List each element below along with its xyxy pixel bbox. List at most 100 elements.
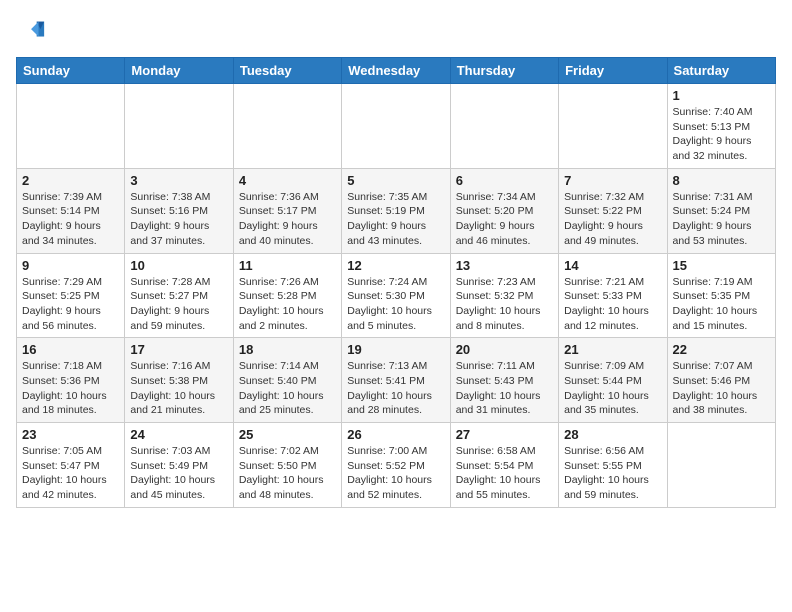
weekday-header: Sunday	[17, 58, 125, 84]
calendar-day-cell: 27 Sunrise: 6:58 AM Sunset: 5:54 PM Dayli…	[450, 423, 558, 508]
calendar-day-cell: 5 Sunrise: 7:35 AM Sunset: 5:19 PM Daylig…	[342, 168, 450, 253]
day-number: 2	[22, 173, 119, 188]
logo	[16, 16, 48, 49]
calendar-week-row: 2 Sunrise: 7:39 AM Sunset: 5:14 PM Daylig…	[17, 168, 776, 253]
calendar-day-cell	[342, 84, 450, 169]
page-header	[16, 16, 776, 49]
calendar-week-row: 1 Sunrise: 7:40 AM Sunset: 5:13 PM Daylig…	[17, 84, 776, 169]
calendar-day-cell: 17 Sunrise: 7:16 AM Sunset: 5:38 PM Dayli…	[125, 338, 233, 423]
day-info: Sunrise: 7:40 AM Sunset: 5:13 PM Dayligh…	[673, 105, 770, 164]
day-number: 14	[564, 258, 661, 273]
day-info: Sunrise: 7:24 AM Sunset: 5:30 PM Dayligh…	[347, 275, 444, 334]
day-info: Sunrise: 7:02 AM Sunset: 5:50 PM Dayligh…	[239, 444, 336, 503]
day-info: Sunrise: 7:38 AM Sunset: 5:16 PM Dayligh…	[130, 190, 227, 249]
day-number: 17	[130, 342, 227, 357]
day-number: 4	[239, 173, 336, 188]
weekday-header: Wednesday	[342, 58, 450, 84]
calendar-day-cell: 7 Sunrise: 7:32 AM Sunset: 5:22 PM Daylig…	[559, 168, 667, 253]
calendar-week-row: 9 Sunrise: 7:29 AM Sunset: 5:25 PM Daylig…	[17, 253, 776, 338]
calendar-day-cell: 16 Sunrise: 7:18 AM Sunset: 5:36 PM Dayli…	[17, 338, 125, 423]
day-number: 7	[564, 173, 661, 188]
calendar-day-cell: 24 Sunrise: 7:03 AM Sunset: 5:49 PM Dayli…	[125, 423, 233, 508]
calendar-day-cell: 13 Sunrise: 7:23 AM Sunset: 5:32 PM Dayli…	[450, 253, 558, 338]
calendar-day-cell: 28 Sunrise: 6:56 AM Sunset: 5:55 PM Dayli…	[559, 423, 667, 508]
calendar-day-cell: 20Sunrise: 7:11 AM Sunset: 5:43 PM Dayli…	[450, 338, 558, 423]
day-info: Sunrise: 7:31 AM Sunset: 5:24 PM Dayligh…	[673, 190, 770, 249]
day-number: 12	[347, 258, 444, 273]
calendar-week-row: 23 Sunrise: 7:05 AM Sunset: 5:47 PM Dayli…	[17, 423, 776, 508]
calendar-day-cell: 23 Sunrise: 7:05 AM Sunset: 5:47 PM Dayli…	[17, 423, 125, 508]
day-info: Sunrise: 6:58 AM Sunset: 5:54 PM Dayligh…	[456, 444, 553, 503]
day-info: Sunrise: 7:34 AM Sunset: 5:20 PM Dayligh…	[456, 190, 553, 249]
day-number: 8	[673, 173, 770, 188]
day-info: Sunrise: 7:29 AM Sunset: 5:25 PM Dayligh…	[22, 275, 119, 334]
calendar-table: SundayMondayTuesdayWednesdayThursdayFrid…	[16, 57, 776, 508]
day-info: Sunrise: 7:18 AM Sunset: 5:36 PM Dayligh…	[22, 359, 119, 418]
day-info: Sunrise: 7:11 AM Sunset: 5:43 PM Dayligh…	[456, 359, 553, 418]
day-number: 9	[22, 258, 119, 273]
day-info: Sunrise: 7:36 AM Sunset: 5:17 PM Dayligh…	[239, 190, 336, 249]
weekday-header: Thursday	[450, 58, 558, 84]
day-info: Sunrise: 7:28 AM Sunset: 5:27 PM Dayligh…	[130, 275, 227, 334]
day-number: 10	[130, 258, 227, 273]
calendar-day-cell: 26 Sunrise: 7:00 AM Sunset: 5:52 PM Dayli…	[342, 423, 450, 508]
calendar-week-row: 16 Sunrise: 7:18 AM Sunset: 5:36 PM Dayli…	[17, 338, 776, 423]
day-number: 23	[22, 427, 119, 442]
calendar-day-cell: 11Sunrise: 7:26 AM Sunset: 5:28 PM Dayli…	[233, 253, 341, 338]
day-number: 3	[130, 173, 227, 188]
calendar-day-cell: 2 Sunrise: 7:39 AM Sunset: 5:14 PM Daylig…	[17, 168, 125, 253]
calendar-header-row: SundayMondayTuesdayWednesdayThursdayFrid…	[17, 58, 776, 84]
calendar-day-cell: 8 Sunrise: 7:31 AM Sunset: 5:24 PM Daylig…	[667, 168, 775, 253]
day-info: Sunrise: 7:14 AM Sunset: 5:40 PM Dayligh…	[239, 359, 336, 418]
day-number: 21	[564, 342, 661, 357]
day-info: Sunrise: 7:05 AM Sunset: 5:47 PM Dayligh…	[22, 444, 119, 503]
calendar-day-cell	[667, 423, 775, 508]
weekday-header: Tuesday	[233, 58, 341, 84]
calendar-day-cell: 3 Sunrise: 7:38 AM Sunset: 5:16 PM Daylig…	[125, 168, 233, 253]
calendar-day-cell: 18 Sunrise: 7:14 AM Sunset: 5:40 PM Dayli…	[233, 338, 341, 423]
calendar-day-cell: 25 Sunrise: 7:02 AM Sunset: 5:50 PM Dayli…	[233, 423, 341, 508]
calendar-day-cell	[450, 84, 558, 169]
day-number: 25	[239, 427, 336, 442]
calendar-day-cell: 12 Sunrise: 7:24 AM Sunset: 5:30 PM Dayli…	[342, 253, 450, 338]
weekday-header: Monday	[125, 58, 233, 84]
calendar-day-cell: 4 Sunrise: 7:36 AM Sunset: 5:17 PM Daylig…	[233, 168, 341, 253]
day-info: Sunrise: 7:00 AM Sunset: 5:52 PM Dayligh…	[347, 444, 444, 503]
calendar-day-cell: 15Sunrise: 7:19 AM Sunset: 5:35 PM Dayli…	[667, 253, 775, 338]
calendar-day-cell: 6 Sunrise: 7:34 AM Sunset: 5:20 PM Daylig…	[450, 168, 558, 253]
day-number: 26	[347, 427, 444, 442]
day-number: 22	[673, 342, 770, 357]
calendar-day-cell	[17, 84, 125, 169]
day-info: Sunrise: 7:32 AM Sunset: 5:22 PM Dayligh…	[564, 190, 661, 249]
calendar-day-cell: 1 Sunrise: 7:40 AM Sunset: 5:13 PM Daylig…	[667, 84, 775, 169]
day-info: Sunrise: 6:56 AM Sunset: 5:55 PM Dayligh…	[564, 444, 661, 503]
day-info: Sunrise: 7:23 AM Sunset: 5:32 PM Dayligh…	[456, 275, 553, 334]
day-info: Sunrise: 7:03 AM Sunset: 5:49 PM Dayligh…	[130, 444, 227, 503]
day-info: Sunrise: 7:13 AM Sunset: 5:41 PM Dayligh…	[347, 359, 444, 418]
day-info: Sunrise: 7:21 AM Sunset: 5:33 PM Dayligh…	[564, 275, 661, 334]
day-number: 5	[347, 173, 444, 188]
calendar-day-cell: 21 Sunrise: 7:09 AM Sunset: 5:44 PM Dayli…	[559, 338, 667, 423]
weekday-header: Saturday	[667, 58, 775, 84]
day-info: Sunrise: 7:26 AM Sunset: 5:28 PM Dayligh…	[239, 275, 336, 334]
day-info: Sunrise: 7:39 AM Sunset: 5:14 PM Dayligh…	[22, 190, 119, 249]
day-number: 13	[456, 258, 553, 273]
day-number: 1	[673, 88, 770, 103]
weekday-header: Friday	[559, 58, 667, 84]
day-number: 24	[130, 427, 227, 442]
calendar-day-cell: 22Sunrise: 7:07 AM Sunset: 5:46 PM Dayli…	[667, 338, 775, 423]
day-number: 6	[456, 173, 553, 188]
day-info: Sunrise: 7:09 AM Sunset: 5:44 PM Dayligh…	[564, 359, 661, 418]
day-info: Sunrise: 7:19 AM Sunset: 5:35 PM Dayligh…	[673, 275, 770, 334]
day-number: 27	[456, 427, 553, 442]
day-number: 19	[347, 342, 444, 357]
day-number: 18	[239, 342, 336, 357]
day-number: 16	[22, 342, 119, 357]
day-info: Sunrise: 7:16 AM Sunset: 5:38 PM Dayligh…	[130, 359, 227, 418]
calendar-day-cell: 14 Sunrise: 7:21 AM Sunset: 5:33 PM Dayli…	[559, 253, 667, 338]
calendar-day-cell: 19 Sunrise: 7:13 AM Sunset: 5:41 PM Dayli…	[342, 338, 450, 423]
day-info: Sunrise: 7:35 AM Sunset: 5:19 PM Dayligh…	[347, 190, 444, 249]
calendar-day-cell: 10 Sunrise: 7:28 AM Sunset: 5:27 PM Dayli…	[125, 253, 233, 338]
day-number: 28	[564, 427, 661, 442]
logo-icon	[18, 16, 46, 44]
